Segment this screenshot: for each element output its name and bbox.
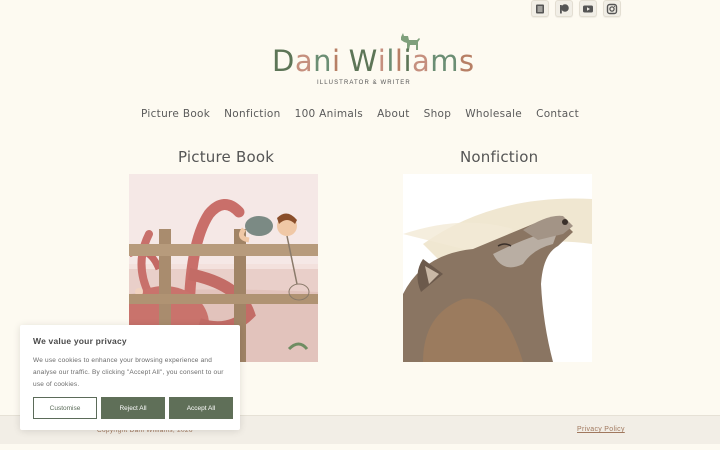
nav-nonfiction[interactable]: Nonfiction: [217, 108, 287, 120]
logo-letter: D: [272, 44, 295, 78]
logo-title: Dani Williams: [272, 44, 475, 78]
cookie-buttons: Customise Reject All Accept All: [33, 397, 233, 419]
logo-letter: s: [459, 44, 475, 78]
logo-letter: W: [348, 44, 378, 78]
blog-link[interactable]: [531, 0, 549, 17]
nav-about[interactable]: About: [370, 108, 417, 120]
logo-letter: i: [332, 44, 341, 78]
cookie-body: We use cookies to enhance your browsing …: [33, 357, 224, 388]
youtube-icon: [583, 5, 593, 12]
logo-subtitle: ILLUSTRATOR & WRITER: [317, 80, 411, 86]
nonfiction-title[interactable]: Nonfiction: [460, 148, 538, 166]
picture-book-title[interactable]: Picture Book: [178, 148, 274, 166]
instagram-icon: [606, 3, 618, 14]
logo-letter: i: [403, 44, 413, 78]
social-links: [531, 0, 621, 17]
customise-button[interactable]: Customise: [33, 397, 97, 419]
blog-icon: [536, 4, 544, 13]
patreon-icon: [560, 3, 569, 13]
instagram-link[interactable]: [603, 0, 621, 17]
logo-letter: l: [386, 44, 395, 78]
privacy-policy-link[interactable]: Privacy Policy: [577, 426, 625, 433]
nav-wholesale[interactable]: Wholesale: [458, 108, 529, 120]
nav-100-animals[interactable]: 100 Animals: [288, 108, 370, 120]
logo-letter: i: [377, 44, 387, 78]
reject-all-button[interactable]: Reject All: [101, 397, 165, 419]
logo-letter: a: [294, 44, 314, 78]
nav-contact[interactable]: Contact: [529, 108, 586, 120]
logo-letter: a: [412, 44, 431, 78]
cookie-consent-modal: We value your privacy We use cookies to …: [20, 325, 240, 430]
nonfiction-image[interactable]: [403, 174, 592, 362]
logo-letter: l: [394, 44, 404, 78]
logo-letter: n: [313, 44, 333, 78]
site-logo[interactable]: Dani Williams ILLUSTRATOR & WRITER: [272, 30, 474, 90]
cookie-title: We value your privacy: [33, 336, 127, 346]
accept-all-button[interactable]: Accept All: [169, 397, 233, 419]
logo-letter: m: [430, 44, 460, 78]
nav-picture-book[interactable]: Picture Book: [134, 108, 217, 120]
youtube-link[interactable]: [579, 0, 597, 17]
patreon-link[interactable]: [555, 0, 573, 17]
main-nav: Picture Book Nonfiction 100 Animals Abou…: [0, 108, 720, 120]
nav-shop[interactable]: Shop: [417, 108, 459, 120]
